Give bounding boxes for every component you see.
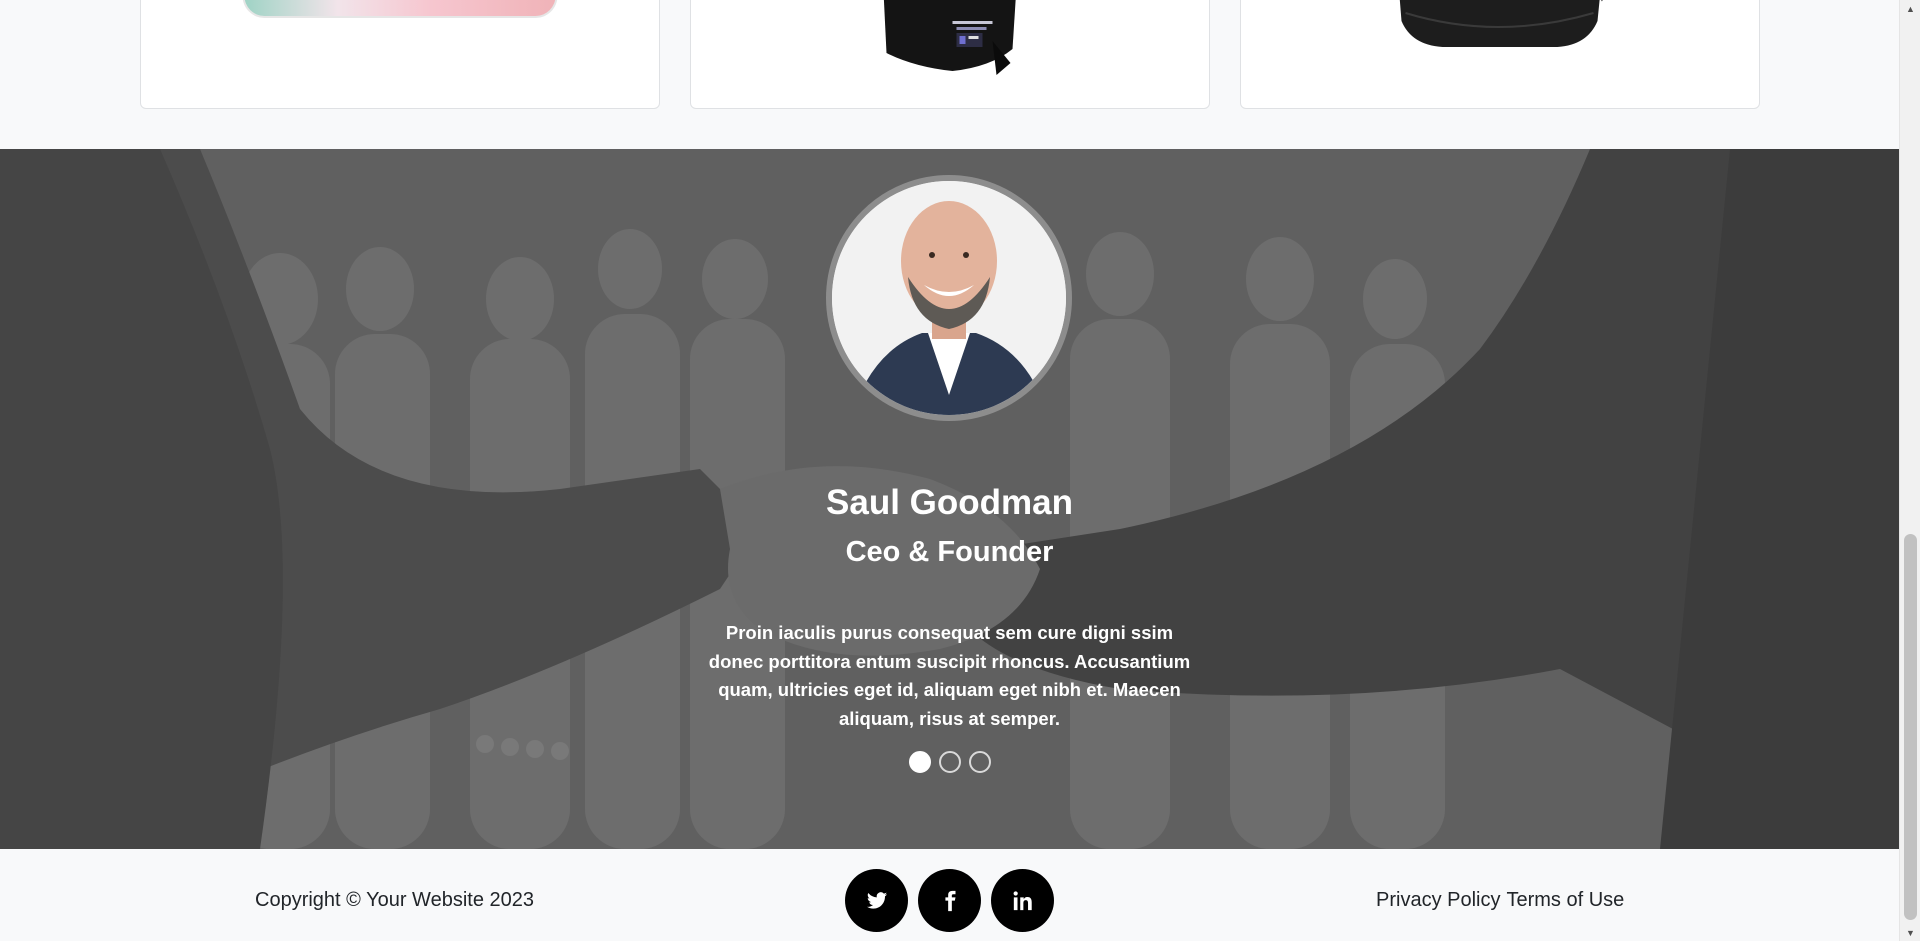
legal-links: Privacy Policy Terms of Use — [1376, 889, 1624, 912]
facebook-button[interactable] — [918, 869, 981, 932]
testimonial-role: Ceo & Founder — [845, 536, 1054, 568]
carousel-indicators — [0, 751, 1899, 773]
jersey-image — [883, 0, 1016, 75]
product-card[interactable] — [1240, 0, 1760, 109]
product-card[interactable] — [690, 0, 1210, 109]
copyright-text: Copyright © Your Website 2023 — [255, 889, 534, 911]
vertical-scrollbar[interactable]: ▲ ▼ — [1899, 0, 1920, 941]
social-links — [845, 869, 1054, 932]
products-section — [0, 0, 1899, 149]
facebook-icon — [944, 890, 955, 911]
carousel-indicator-2[interactable] — [938, 751, 961, 773]
linkedin-icon — [1013, 890, 1032, 910]
avatar — [826, 175, 1072, 421]
page: Saul Goodman Ceo & Founder Proin iaculis… — [0, 0, 1920, 941]
carousel-indicator-3[interactable] — [968, 751, 991, 773]
testimonial-quote: Proin iaculis purus consequat sem cure d… — [708, 622, 1191, 729]
terms-of-use-link[interactable]: Terms of Use — [1506, 889, 1624, 912]
linkedin-button[interactable] — [991, 869, 1054, 932]
testimonial-carousel: Saul Goodman Ceo & Founder Proin iaculis… — [0, 149, 1899, 849]
scroll-down-arrow-icon[interactable]: ▼ — [1900, 924, 1920, 941]
footer: Copyright © Your Website 2023 Privacy Po… — [0, 849, 1899, 941]
scroll-up-arrow-icon[interactable]: ▲ — [1900, 0, 1920, 17]
twitter-button[interactable] — [845, 869, 908, 932]
testimonial-name: Saul Goodman — [826, 483, 1073, 522]
carousel-indicator-1[interactable] — [908, 751, 931, 773]
bag-image — [1399, 0, 1603, 47]
privacy-policy-link[interactable]: Privacy Policy — [1376, 889, 1500, 912]
testimonial-section: Saul Goodman Ceo & Founder Proin iaculis… — [0, 149, 1899, 849]
shoe-image — [242, 0, 558, 18]
product-card[interactable] — [140, 0, 660, 109]
twitter-icon — [866, 891, 887, 909]
person-portrait-image — [832, 181, 1066, 415]
scrollbar-thumb[interactable] — [1904, 534, 1917, 920]
